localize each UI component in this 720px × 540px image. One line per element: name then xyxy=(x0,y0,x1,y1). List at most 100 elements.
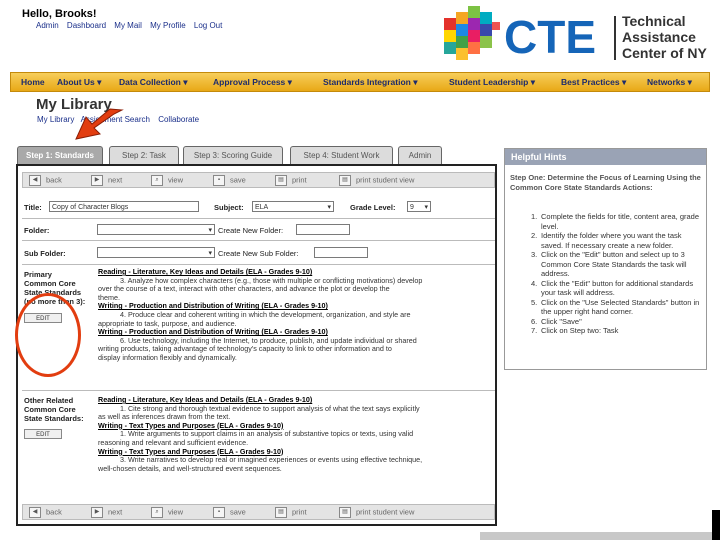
nav-standards-integration[interactable]: Standards Integration ▾ xyxy=(323,77,417,88)
next-arrow-icon: ▶ xyxy=(91,507,103,518)
subject-select[interactable]: ELA xyxy=(252,201,334,213)
main-nav: Home About Us ▾ Data Collection ▾ Approv… xyxy=(10,72,710,92)
greeting-text: Hello, Brooks! xyxy=(22,8,97,20)
next-label: next xyxy=(108,175,123,185)
tab-step-4-student-work[interactable]: Step 4: Student Work xyxy=(290,146,393,164)
tab-step-3-scoring-guide[interactable]: Step 3: Scoring Guide xyxy=(183,146,283,164)
hint-text: Identify the folder where you want the t… xyxy=(541,231,682,250)
magnifier-icon: ⌕ xyxy=(151,175,163,186)
print-button[interactable]: ▤ print xyxy=(275,175,307,186)
back-arrow-icon: ◀ xyxy=(29,175,41,186)
logo-line-2: Assistance xyxy=(622,29,696,45)
sub-folder-label: Sub Folder: xyxy=(24,249,66,258)
my-profile-link[interactable]: My Profile xyxy=(150,21,186,30)
next-arrow-icon: ▶ xyxy=(91,175,103,186)
nav-networks[interactable]: Networks ▾ xyxy=(647,77,692,88)
disk-icon: ▪ xyxy=(213,175,225,186)
view-label: view xyxy=(168,175,184,185)
hint-text: Click on the "Use Selected Standards" bu… xyxy=(541,297,700,317)
print-student-view-button[interactable]: ▤ print student view xyxy=(339,507,414,518)
my-library-link[interactable]: My Library xyxy=(37,115,74,124)
printer-icon: ▤ xyxy=(339,507,351,518)
hint-text: Click on Step two: Task xyxy=(541,326,619,335)
back-button[interactable]: ◀ back xyxy=(29,175,62,186)
back-button[interactable]: ◀ back xyxy=(29,507,62,518)
other-label-line: Common Core xyxy=(24,405,76,414)
back-arrow-icon: ◀ xyxy=(29,507,41,518)
save-button[interactable]: ▪ save xyxy=(213,507,246,518)
my-mail-link[interactable]: My Mail xyxy=(114,21,142,30)
other-label-line: State Standards: xyxy=(24,414,84,423)
hint-item: 4. Click the "Edit" button for additional… xyxy=(531,278,694,298)
red-arrow-icon xyxy=(75,108,124,140)
other-label-line: Other Related xyxy=(24,396,74,405)
standard-text: well-chosen details, and well-structured… xyxy=(98,463,282,473)
hint-item: 6. Click "Save" xyxy=(531,316,582,326)
top-toolbar: ◀ back ▶ next ⌕ view ▪ save ▤ print ▤ print st… xyxy=(22,172,495,188)
create-subfolder-label: Create New Sub Folder: xyxy=(218,249,299,258)
view-button[interactable]: ⌕ view xyxy=(151,175,183,186)
hint-item: 3. Click on the "Edit" button and select … xyxy=(531,250,687,278)
nav-best-practices[interactable]: Best Practices ▾ xyxy=(561,77,626,88)
folder-select[interactable] xyxy=(97,224,215,236)
admin-link[interactable]: Admin xyxy=(36,21,59,30)
sub-folder-select[interactable] xyxy=(97,247,215,259)
next-button[interactable]: ▶ next xyxy=(91,507,122,518)
tab-admin[interactable]: Admin xyxy=(398,146,442,164)
hint-text: Click "Save" xyxy=(541,316,582,326)
cte-logo: CTE Technical Assistance Center of NY xyxy=(444,6,707,63)
back-label: back xyxy=(46,175,62,185)
nav-data-collection[interactable]: Data Collection ▾ xyxy=(119,77,188,88)
log-out-link[interactable]: Log Out xyxy=(194,21,222,30)
primary-standards-list: Reading - Literature, Key Ideas and Deta… xyxy=(98,267,488,363)
create-folder-input[interactable] xyxy=(296,224,350,235)
edge-bar xyxy=(712,510,720,540)
user-links: Admin Dashboard My Mail My Profile Log O… xyxy=(36,21,228,30)
print-student-view-label: print student view xyxy=(356,507,415,517)
print-student-view-label: print student view xyxy=(356,175,415,185)
divider xyxy=(22,240,495,241)
logo-mark-text: CTE xyxy=(504,11,596,63)
bottom-strip xyxy=(480,532,712,540)
magnifier-icon: ⌕ xyxy=(151,507,163,518)
next-button[interactable]: ▶ next xyxy=(91,175,122,186)
create-folder-label: Create New Folder: xyxy=(218,226,284,235)
cube-logo-icon xyxy=(444,6,500,60)
nav-about-us[interactable]: About Us ▾ xyxy=(57,77,101,88)
tab-step-2-task[interactable]: Step 2: Task xyxy=(109,146,179,164)
hint-text: Click on the "Edit" button and select up… xyxy=(541,250,687,278)
view-label: view xyxy=(168,507,184,517)
tab-step-1-standards[interactable]: Step 1: Standards xyxy=(17,146,103,164)
other-edit-button[interactable]: EDIT xyxy=(24,429,62,439)
nav-home[interactable]: Home xyxy=(21,77,45,87)
view-button[interactable]: ⌕ view xyxy=(151,507,183,518)
nav-student-leadership[interactable]: Student Leadership ▾ xyxy=(449,77,535,88)
divider xyxy=(22,390,495,391)
folder-label: Folder: xyxy=(24,226,50,235)
save-label: save xyxy=(230,175,246,185)
other-standards-list: Reading - Literature, Key Ideas and Deta… xyxy=(98,395,488,473)
nav-approval-process[interactable]: Approval Process ▾ xyxy=(213,77,292,88)
primary-label-line: Common Core xyxy=(24,279,76,288)
divider xyxy=(22,264,495,265)
title-label: Title: xyxy=(24,203,42,212)
disk-icon: ▪ xyxy=(213,507,225,518)
subject-label: Subject: xyxy=(214,203,244,212)
printer-icon: ▤ xyxy=(339,175,351,186)
print-button[interactable]: ▤ print xyxy=(275,507,307,518)
hint-item: 1. Complete the fields for title, content… xyxy=(531,212,700,231)
printer-icon: ▤ xyxy=(275,175,287,186)
divider xyxy=(22,218,495,219)
save-button[interactable]: ▪ save xyxy=(213,175,246,186)
bottom-toolbar: ◀ back ▶ next ⌕ view ▪ save ▤ print ▤ print st… xyxy=(22,504,495,520)
grade-level-label: Grade Level: xyxy=(350,203,396,212)
create-subfolder-input[interactable] xyxy=(314,247,368,258)
logo-line-1: Technical xyxy=(622,13,686,29)
print-student-view-button[interactable]: ▤ print student view xyxy=(339,175,414,186)
collaborate-link[interactable]: Collaborate xyxy=(158,115,199,124)
title-input[interactable]: Copy of Character Blogs xyxy=(49,201,199,212)
helpful-hints-list: 1. Complete the fields for title, content… xyxy=(509,212,704,336)
grade-level-select[interactable]: 9 xyxy=(407,201,431,213)
dashboard-link[interactable]: Dashboard xyxy=(67,21,106,30)
hint-item: 7. Click on Step two: Task xyxy=(531,326,619,335)
